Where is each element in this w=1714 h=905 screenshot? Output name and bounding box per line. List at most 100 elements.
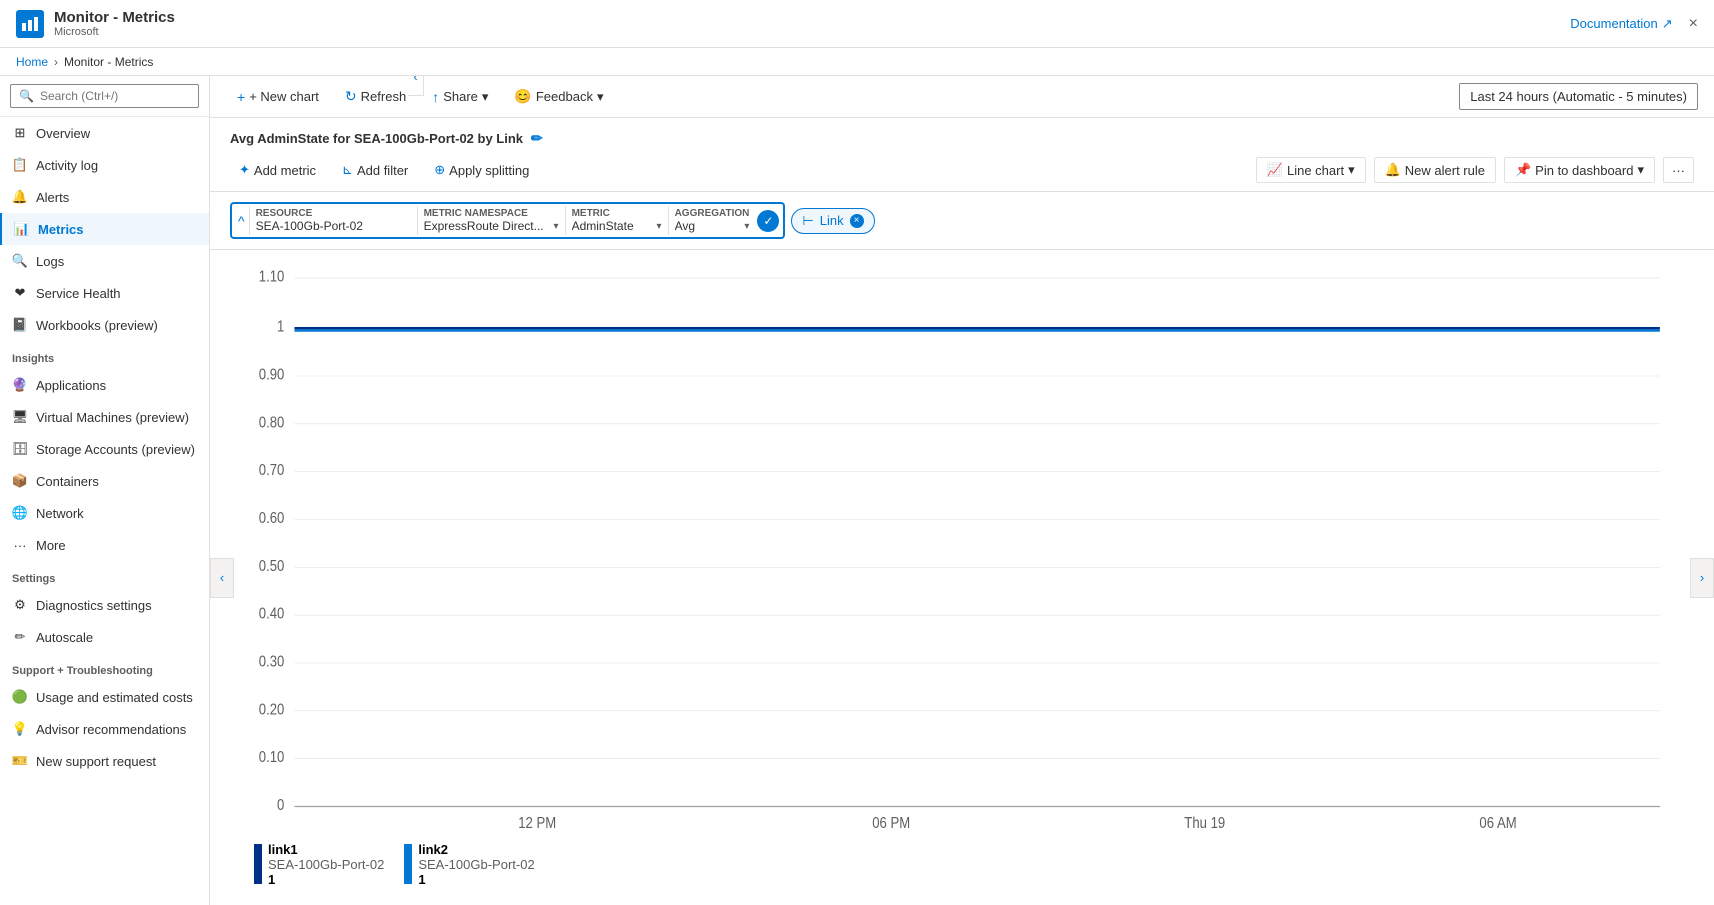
metric-selector-bar: ^ RESOURCE METRIC NAMESPACE ExpressRoute… bbox=[210, 192, 1714, 250]
alert-icon: 🔔 bbox=[1385, 162, 1401, 178]
alerts-icon: 🔔 bbox=[12, 189, 28, 205]
search-icon: 🔍 bbox=[19, 89, 34, 103]
sidebar-item-advisor[interactable]: 💡 Advisor recommendations bbox=[0, 713, 209, 745]
feedback-button[interactable]: 😊 Feedback ▾ bbox=[503, 82, 614, 111]
search-box[interactable]: 🔍 bbox=[10, 84, 199, 108]
support-request-icon: 🎫 bbox=[12, 753, 28, 769]
top-bar-right: Documentation ↗ × bbox=[1570, 15, 1698, 33]
storage-icon: 🗄 bbox=[12, 441, 28, 457]
svg-text:0.30: 0.30 bbox=[259, 654, 285, 671]
svg-text:06 PM: 06 PM bbox=[872, 815, 910, 832]
sidebar-item-containers[interactable]: 📦 Containers bbox=[0, 465, 209, 497]
split-icon: ⊢ bbox=[802, 213, 813, 229]
sidebar-item-storage[interactable]: 🗄 Storage Accounts (preview) bbox=[0, 433, 209, 465]
aggregation-field: AGGREGATION Avg ▾ bbox=[668, 206, 756, 235]
chart-title: Avg AdminState for SEA-100Gb-Port-02 by … bbox=[230, 130, 1694, 147]
svg-text:0: 0 bbox=[277, 797, 284, 814]
edit-title-icon[interactable]: ✏ bbox=[531, 130, 543, 147]
sidebar-collapse-button[interactable]: ‹ bbox=[408, 76, 424, 96]
breadcrumb: Home › Monitor - Metrics bbox=[0, 48, 1714, 76]
svg-text:1: 1 bbox=[277, 319, 284, 336]
legend-color-link2 bbox=[404, 844, 412, 884]
sidebar-item-alerts[interactable]: 🔔 Alerts bbox=[0, 181, 209, 213]
sidebar-item-activity-log[interactable]: 📋 Activity log bbox=[0, 149, 209, 181]
breadcrumb-current: Monitor - Metrics bbox=[64, 55, 153, 69]
usage-costs-icon: 🟢 bbox=[12, 689, 28, 705]
aggregation-select[interactable]: Avg bbox=[675, 219, 710, 233]
more-options-button[interactable]: ··· bbox=[1663, 157, 1694, 183]
documentation-link[interactable]: Documentation ↗ bbox=[1570, 16, 1672, 32]
content-area: ‹ + + New chart ↻ Refresh ↑ Share ▾ 😊 Fe… bbox=[210, 76, 1714, 905]
add-metric-icon: ✦ bbox=[239, 162, 250, 178]
sidebar-item-more[interactable]: ··· More bbox=[0, 529, 209, 561]
sidebar-item-network[interactable]: 🌐 Network bbox=[0, 497, 209, 529]
add-filter-button[interactable]: ⊾ Add filter bbox=[333, 157, 417, 183]
app-icon bbox=[16, 10, 44, 38]
search-input[interactable] bbox=[40, 89, 190, 103]
line-chart-type-button[interactable]: 📈 Line chart ▾ bbox=[1256, 157, 1366, 183]
legend-item-link1: link1 SEA-100Gb-Port-02 1 bbox=[254, 842, 384, 887]
apply-splitting-button[interactable]: ⊕ Apply splitting bbox=[425, 157, 538, 183]
sidebar-item-metrics[interactable]: 📊 Metrics bbox=[0, 213, 209, 245]
sidebar-item-service-health[interactable]: ❤ Service Health bbox=[0, 277, 209, 309]
metric-select[interactable]: AdminState bbox=[572, 219, 662, 233]
svg-text:0.50: 0.50 bbox=[259, 558, 285, 575]
chart-type-chevron: ▾ bbox=[1348, 162, 1355, 178]
app-title-block: Monitor - Metrics Microsoft bbox=[54, 9, 175, 38]
breadcrumb-home[interactable]: Home bbox=[16, 55, 48, 69]
breadcrumb-separator: › bbox=[54, 55, 58, 69]
insights-label: Insights bbox=[0, 341, 209, 369]
sidebar-item-logs[interactable]: 🔍 Logs bbox=[0, 245, 209, 277]
app-subtitle: Microsoft bbox=[54, 26, 175, 38]
svg-text:0.90: 0.90 bbox=[259, 367, 285, 384]
aggregation-chevron: ▾ bbox=[744, 221, 749, 232]
chart-controls: ✦ Add metric ⊾ Add filter ⊕ Apply splitt… bbox=[230, 157, 1694, 183]
sidebar-item-vms[interactable]: 🖥 Virtual Machines (preview) bbox=[0, 401, 209, 433]
network-icon: 🌐 bbox=[12, 505, 28, 521]
app-title: Monitor - Metrics bbox=[54, 9, 175, 26]
legend-text-link1: link1 SEA-100Gb-Port-02 1 bbox=[268, 842, 384, 887]
line-chart-icon: 📈 bbox=[1267, 162, 1283, 178]
aggregation-select-wrapper: Avg ▾ bbox=[675, 219, 750, 233]
split-close-button[interactable]: × bbox=[850, 214, 864, 228]
close-button[interactable]: × bbox=[1689, 15, 1698, 33]
diagnostics-icon: ⚙ bbox=[12, 597, 28, 613]
settings-label: Settings bbox=[0, 561, 209, 589]
metric-collapse-button[interactable]: ^ bbox=[234, 211, 249, 231]
sidebar-search-area: 🔍 bbox=[0, 76, 209, 117]
chart-nav-left-button[interactable]: ‹ bbox=[210, 558, 234, 598]
new-alert-rule-button[interactable]: 🔔 New alert rule bbox=[1374, 157, 1496, 183]
sidebar: 🔍 ⊞ Overview 📋 Activity log 🔔 Alerts 📊 M… bbox=[0, 76, 210, 905]
svg-text:0.60: 0.60 bbox=[259, 510, 285, 527]
sidebar-item-workbooks[interactable]: 📓 Workbooks (preview) bbox=[0, 309, 209, 341]
time-range-selector[interactable]: Last 24 hours (Automatic - 5 minutes) bbox=[1459, 83, 1698, 110]
applications-icon: 🔮 bbox=[12, 377, 28, 393]
containers-icon: 📦 bbox=[12, 473, 28, 489]
sidebar-item-overview[interactable]: ⊞ Overview bbox=[0, 117, 209, 149]
add-metric-button[interactable]: ✦ Add metric bbox=[230, 157, 325, 183]
apply-metric-button[interactable]: ✓ bbox=[757, 210, 779, 232]
chart-nav-right-button[interactable]: › bbox=[1690, 558, 1714, 598]
sidebar-item-usage-costs[interactable]: 🟢 Usage and estimated costs bbox=[0, 681, 209, 713]
resource-input[interactable] bbox=[256, 219, 411, 233]
refresh-button[interactable]: ↻ Refresh bbox=[334, 82, 417, 111]
sidebar-item-support-request[interactable]: 🎫 New support request bbox=[0, 745, 209, 777]
add-filter-icon: ⊾ bbox=[342, 162, 353, 178]
sidebar-item-applications[interactable]: 🔮 Applications bbox=[0, 369, 209, 401]
resource-field: RESOURCE bbox=[249, 206, 417, 235]
chart-svg-container: 1.10 1 0.90 0.80 0.70 0.60 0.50 0.40 0.3… bbox=[254, 260, 1670, 834]
metrics-icon: 📊 bbox=[14, 221, 30, 237]
legend-color-link1 bbox=[254, 844, 262, 884]
new-chart-button[interactable]: + + New chart bbox=[226, 83, 330, 111]
legend-item-link2: link2 SEA-100Gb-Port-02 1 bbox=[404, 842, 534, 887]
namespace-select[interactable]: ExpressRoute Direct... bbox=[424, 219, 559, 233]
svg-text:0.40: 0.40 bbox=[259, 606, 285, 623]
new-chart-icon: + bbox=[237, 89, 245, 105]
sidebar-item-autoscale[interactable]: ✏ Autoscale bbox=[0, 621, 209, 653]
sidebar-item-diagnostics[interactable]: ⚙ Diagnostics settings bbox=[0, 589, 209, 621]
advisor-icon: 💡 bbox=[12, 721, 28, 737]
share-button[interactable]: ↑ Share ▾ bbox=[421, 83, 499, 111]
svg-text:06 AM: 06 AM bbox=[1479, 815, 1516, 832]
pin-to-dashboard-button[interactable]: 📌 Pin to dashboard ▾ bbox=[1504, 157, 1655, 183]
feedback-icon: 😊 bbox=[514, 88, 531, 105]
